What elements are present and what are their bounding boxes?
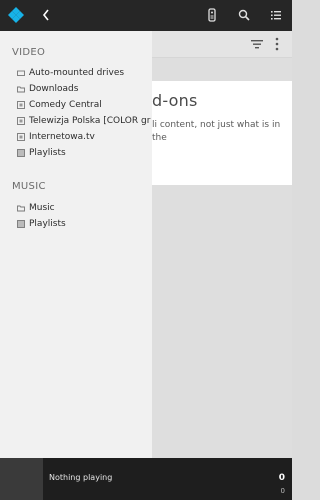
drawer-item-music[interactable]: Music	[0, 200, 152, 216]
section-header-video: VIDEO	[12, 47, 46, 58]
section-header-music: MUSIC	[12, 181, 46, 192]
sort-icon[interactable]	[250, 37, 264, 51]
sub-toolbar	[152, 31, 292, 58]
now-playing-bar[interactable]: Nothing playing 0 0	[0, 458, 292, 500]
drawer-item-label: Playlists	[29, 219, 66, 229]
drawer-item-telewizja-polska[interactable]: Telewizja Polska [COLOR gr	[0, 113, 152, 129]
addon-icon	[17, 117, 25, 125]
top-bar	[0, 0, 292, 31]
playlist-icon	[17, 220, 25, 228]
drawer-item-music-playlists[interactable]: Playlists	[0, 216, 152, 232]
list-icon[interactable]	[268, 7, 284, 23]
drawer-item-label: Playlists	[29, 148, 66, 158]
drawer-item-label: Auto-mounted drives	[29, 68, 125, 78]
drawer-item-label: Downloads	[29, 84, 79, 94]
navigation-drawer: VIDEO Auto-mounted drives Downloads Come…	[0, 31, 152, 458]
folder-icon	[17, 205, 25, 212]
more-options-icon[interactable]	[274, 36, 280, 52]
drive-icon	[17, 70, 25, 76]
now-playing-thumbnail[interactable]	[0, 458, 43, 500]
drawer-item-internetowa-tv[interactable]: Internetowa.tv	[0, 129, 152, 145]
kodi-logo-icon[interactable]	[7, 6, 25, 24]
now-playing-status: Nothing playing	[49, 473, 113, 482]
search-icon[interactable]	[236, 7, 252, 23]
drawer-item-downloads[interactable]: Downloads	[0, 81, 152, 97]
addon-icon	[17, 101, 25, 109]
drawer-item-label: Internetowa.tv	[29, 132, 95, 142]
back-icon[interactable]	[41, 7, 51, 23]
card-description: li content, not just what is in the	[152, 120, 281, 143]
card-title: d-ons	[152, 91, 198, 110]
playlist-icon	[17, 149, 25, 157]
folder-icon	[17, 86, 25, 93]
drawer-item-label: Telewizja Polska [COLOR gr	[29, 116, 151, 126]
drawer-item-auto-mounted-drives[interactable]: Auto-mounted drives	[0, 65, 152, 81]
drawer-item-comedy-central[interactable]: Comedy Central	[0, 97, 152, 113]
playlist-count: 0	[278, 473, 285, 483]
remote-icon[interactable]	[204, 7, 220, 23]
drawer-item-label: Music	[29, 203, 55, 213]
drawer-item-label: Comedy Central	[29, 100, 102, 110]
drawer-item-video-playlists[interactable]: Playlists	[0, 145, 152, 161]
playlist-position: 0	[280, 487, 285, 495]
addon-icon	[17, 133, 25, 141]
